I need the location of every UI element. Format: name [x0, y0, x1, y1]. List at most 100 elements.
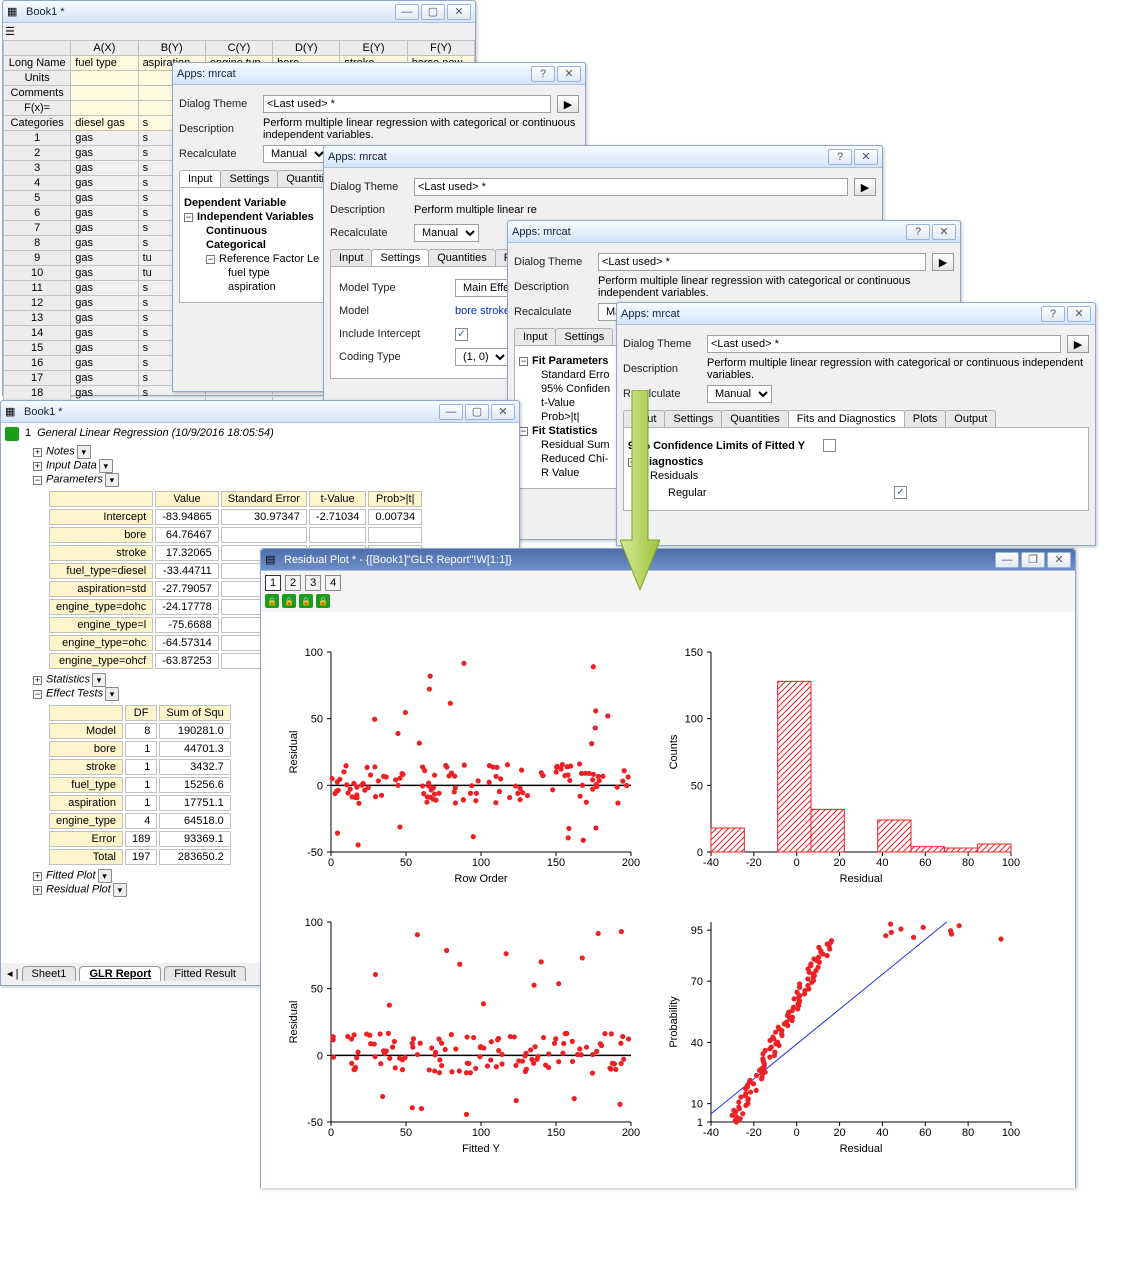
layer-button-3[interactable]: 3: [305, 575, 321, 591]
svg-text:100: 100: [305, 917, 323, 929]
recalculate-select[interactable]: Manual: [707, 385, 772, 403]
svg-text:150: 150: [547, 1127, 565, 1139]
row-number: 1: [25, 427, 31, 441]
tab-output[interactable]: Output: [945, 410, 996, 427]
plot-window[interactable]: ▤ Residual Plot * - {[Book1]"GLR Report"…: [260, 548, 1076, 1188]
theme-flyout-button[interactable]: ▶: [557, 95, 579, 113]
dropdown-icon[interactable]: ▾: [105, 687, 119, 701]
tab-quantities[interactable]: Quantities: [428, 249, 496, 266]
dropdown-icon[interactable]: ▾: [99, 459, 113, 473]
close-button[interactable]: ✕: [557, 66, 581, 82]
collapse-icon[interactable]: −: [33, 690, 42, 699]
expand-icon[interactable]: +: [33, 462, 42, 471]
svg-text:60: 60: [919, 1127, 931, 1139]
svg-text:150: 150: [685, 647, 703, 659]
recalculate-select[interactable]: Manual: [263, 145, 328, 163]
minimize-button[interactable]: ―: [395, 4, 419, 20]
workbook-icon: ▦: [5, 405, 19, 419]
expand-icon[interactable]: +: [33, 886, 42, 895]
layer-button-4[interactable]: 4: [325, 575, 341, 591]
layer-button-1[interactable]: 1: [265, 575, 281, 591]
dialog-theme-input[interactable]: [707, 335, 1061, 353]
description-label: Description: [623, 363, 701, 375]
collapse-icon[interactable]: −: [628, 458, 637, 467]
dialog-theme-input[interactable]: [414, 178, 848, 196]
input-data-node[interactable]: Input Data: [46, 460, 97, 472]
restore-button[interactable]: ❐: [1021, 552, 1045, 568]
svg-text:10: 10: [691, 1099, 703, 1111]
tab-settings[interactable]: Settings: [555, 328, 613, 345]
dialog-theme-input[interactable]: [598, 253, 926, 271]
statistics-node[interactable]: Statistics: [46, 674, 90, 686]
tab-plots[interactable]: Plots: [904, 410, 946, 427]
tab-input[interactable]: Input: [179, 170, 221, 187]
tab-settings[interactable]: Settings: [664, 410, 722, 427]
collapse-icon[interactable]: −: [184, 213, 193, 222]
close-button[interactable]: ✕: [932, 224, 956, 240]
lock-icon: 🔒: [299, 594, 313, 608]
fitted-plot-node[interactable]: Fitted Plot: [46, 870, 96, 882]
help-button[interactable]: ?: [906, 224, 930, 240]
svg-text:-40: -40: [703, 857, 719, 869]
tab-fits-diagnostics[interactable]: Fits and Diagnostics: [788, 410, 905, 427]
svg-text:0: 0: [317, 780, 323, 792]
collapse-icon[interactable]: −: [519, 357, 528, 366]
theme-flyout-button[interactable]: ▶: [854, 178, 876, 196]
tab-settings[interactable]: Settings: [371, 249, 429, 266]
svg-text:80: 80: [962, 857, 974, 869]
maximize-button[interactable]: ▢: [465, 404, 489, 420]
help-button[interactable]: ?: [1041, 306, 1065, 322]
description-label: Description: [179, 123, 257, 135]
tab-input[interactable]: Input: [514, 328, 556, 345]
svg-text:1: 1: [697, 1117, 703, 1129]
expand-icon[interactable]: +: [33, 448, 42, 457]
close-button[interactable]: ✕: [1047, 552, 1071, 568]
minimize-button[interactable]: ―: [995, 552, 1019, 568]
dialog-theme-label: Dialog Theme: [514, 256, 592, 268]
svg-text:100: 100: [305, 647, 323, 659]
include-intercept-checkbox[interactable]: [455, 328, 468, 341]
theme-flyout-button[interactable]: ▶: [932, 253, 954, 271]
notes-node[interactable]: Notes: [46, 446, 75, 458]
independent-variables-label: Independent Variables: [197, 211, 314, 223]
dropdown-icon[interactable]: ▾: [105, 473, 119, 487]
minimize-button[interactable]: ―: [439, 404, 463, 420]
svg-text:Fitted Y: Fitted Y: [462, 1143, 500, 1155]
dropdown-icon[interactable]: ▾: [98, 869, 112, 883]
collapse-icon[interactable]: −: [519, 427, 528, 436]
parameters-node[interactable]: Parameters: [46, 474, 103, 486]
dialog-theme-label: Dialog Theme: [179, 98, 257, 110]
svg-text:Counts: Counts: [668, 734, 680, 769]
residual-plot-node[interactable]: Residual Plot: [46, 884, 111, 896]
expand-icon[interactable]: +: [33, 676, 42, 685]
regular-checkbox[interactable]: [894, 486, 907, 499]
dropdown-icon[interactable]: ▾: [113, 883, 127, 897]
dialog-mrcat-4[interactable]: Apps: mrcat ?✕ Dialog Theme ▶ Descriptio…: [616, 302, 1096, 546]
close-button[interactable]: ✕: [854, 149, 878, 165]
tab-quantities[interactable]: Quantities: [721, 410, 789, 427]
tab-settings[interactable]: Settings: [220, 170, 278, 187]
close-button[interactable]: ✕: [491, 404, 515, 420]
dropdown-icon[interactable]: ▾: [92, 673, 106, 687]
svg-text:150: 150: [547, 857, 565, 869]
collapse-icon[interactable]: −: [33, 476, 42, 485]
tab-input[interactable]: Input: [330, 249, 372, 266]
coding-type-select[interactable]: (1, 0): [455, 348, 509, 366]
recalculate-select[interactable]: Manual: [414, 224, 479, 242]
theme-flyout-button[interactable]: ▶: [1067, 335, 1089, 353]
help-button[interactable]: ?: [828, 149, 852, 165]
maximize-button[interactable]: ▢: [421, 4, 445, 20]
close-button[interactable]: ✕: [447, 4, 471, 20]
dialog-theme-label: Dialog Theme: [623, 338, 701, 350]
close-button[interactable]: ✕: [1067, 306, 1091, 322]
collapse-icon[interactable]: −: [206, 255, 215, 264]
svg-text:40: 40: [691, 1037, 703, 1049]
layer-button-2[interactable]: 2: [285, 575, 301, 591]
tab-input[interactable]: Input: [623, 410, 665, 427]
dialog-theme-input[interactable]: [263, 95, 551, 113]
help-button[interactable]: ?: [531, 66, 555, 82]
dropdown-icon[interactable]: ▾: [77, 445, 91, 459]
confidence-limits-checkbox[interactable]: [823, 439, 836, 452]
expand-icon[interactable]: +: [33, 872, 42, 881]
effect-tests-node[interactable]: Effect Tests: [46, 688, 103, 700]
